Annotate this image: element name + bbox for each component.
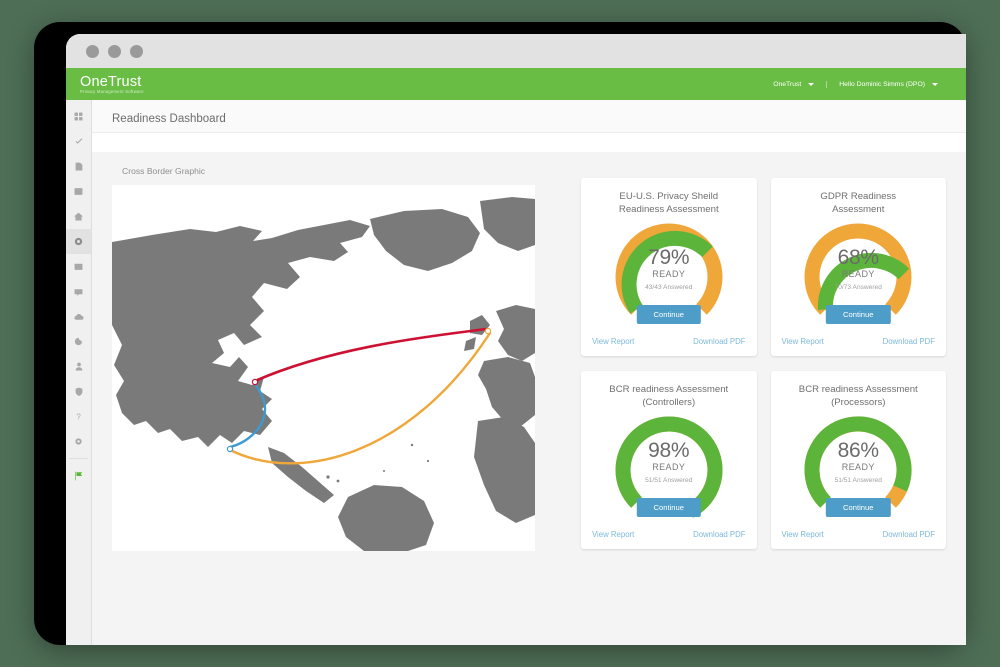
sidebar-item-assessments[interactable]	[66, 279, 91, 304]
cross-border-title: Cross Border Graphic	[122, 166, 206, 176]
chevron-down-icon	[932, 82, 938, 86]
sidebar-item-inventory[interactable]	[66, 254, 91, 279]
card-title-line2: (Processors)	[831, 396, 886, 408]
window-close-button[interactable]	[130, 44, 143, 58]
card-title-line1: GDPR Readiness	[820, 191, 897, 202]
continue-button[interactable]: Continue	[826, 498, 891, 517]
shield-icon	[75, 387, 82, 396]
person-icon	[75, 362, 82, 371]
card-title-line1: BCR readiness Assessment	[798, 384, 918, 395]
gauge-icon	[74, 237, 83, 246]
user-menu-label: Hello Dominic Simms (DPO)	[839, 80, 925, 88]
flag-icon	[74, 471, 82, 480]
question-icon: ?	[76, 412, 81, 421]
main-content: Readiness Dashboard Cross Border Graphic	[92, 100, 966, 645]
card-title-line1: EU-U.S. Privacy Sheild	[619, 191, 719, 202]
window-minimize-button[interactable]	[86, 44, 99, 58]
sidebar-item-incidents[interactable]	[66, 379, 91, 404]
continue-button[interactable]: Continue	[636, 498, 701, 517]
sidebar-item-vendors[interactable]	[66, 304, 91, 329]
card-title: GDPR Readiness Assessment	[782, 191, 936, 217]
card-eu-us-privacy-shield[interactable]: EU-U.S. Privacy Sheild Readiness Assessm…	[581, 178, 757, 356]
card-title-line1: BCR readiness Assessment	[609, 384, 729, 395]
document-icon	[75, 162, 82, 171]
card-title: BCR readiness Assessment (Processors)	[782, 384, 936, 410]
brand-name: OneTrust	[80, 73, 142, 90]
card-bcr-processors[interactable]: BCR readiness Assessment (Processors) 86…	[770, 371, 946, 549]
sidebar-item-home[interactable]	[66, 204, 91, 229]
readiness-cards: EU-U.S. Privacy Sheild Readiness Assessm…	[581, 166, 946, 549]
gear-icon	[75, 438, 82, 445]
view-report-link[interactable]: View Report	[782, 337, 824, 346]
window-titlebar	[66, 34, 966, 68]
node-dublin	[484, 327, 492, 335]
sidebar-item-whats-new[interactable]	[66, 463, 91, 488]
continue-button[interactable]: Continue	[826, 305, 891, 324]
card-links: View Report Download PDF	[782, 530, 936, 539]
sidebar-item-cookies[interactable]	[66, 329, 91, 354]
app-logo[interactable]: OneTrust Privacy Management Software	[80, 74, 144, 95]
sidebar-item-dashboard[interactable]	[66, 104, 91, 129]
cookie-icon	[74, 337, 83, 346]
download-pdf-link[interactable]: Download PDF	[883, 530, 935, 539]
sidebar-item-settings[interactable]	[66, 429, 91, 454]
app-body: ? Readiness Dashboard Cross Border Graph…	[66, 100, 966, 645]
check-icon	[75, 138, 82, 144]
browser-window: OneTrust Privacy Management Software One…	[66, 34, 966, 645]
world-map[interactable]	[112, 185, 535, 551]
card-title: EU-U.S. Privacy Sheild Readiness Assessm…	[592, 191, 746, 217]
cross-border-panel: Cross Border Graphic	[112, 166, 567, 551]
dashboard-content: Cross Border Graphic EU-U.S. Privacy She…	[92, 152, 966, 645]
book-icon	[74, 188, 83, 195]
card-bcr-controllers[interactable]: BCR readiness Assessment (Controllers) 9…	[581, 371, 757, 549]
header-menus: OneTrust Hello Dominic Simms (DPO)	[761, 80, 950, 88]
page-title: Readiness Dashboard	[112, 113, 226, 125]
grid-icon	[74, 112, 83, 121]
sidebar-item-reports[interactable]	[66, 179, 91, 204]
card-title: BCR readiness Assessment (Controllers)	[592, 384, 746, 410]
svg-text:?: ?	[76, 412, 81, 421]
sidebar-item-help[interactable]: ?	[66, 404, 91, 429]
window-maximize-button[interactable]	[108, 44, 121, 58]
home-icon	[74, 212, 83, 221]
card-links: View Report Download PDF	[782, 337, 936, 346]
org-menu-label: OneTrust	[773, 80, 802, 88]
chevron-down-icon	[808, 82, 815, 86]
card-links: View Report Download PDF	[592, 337, 746, 346]
card-title-line2: (Controllers)	[642, 396, 696, 408]
user-menu[interactable]: Hello Dominic Simms (DPO)	[826, 80, 950, 88]
sidebar-item-users[interactable]	[66, 354, 91, 379]
brand-tagline: Privacy Management Software	[80, 89, 144, 95]
card-title-line2: Readiness Assessment	[618, 203, 719, 215]
cloud-icon	[73, 313, 83, 320]
page-header: Readiness Dashboard	[92, 100, 966, 133]
app-header: OneTrust Privacy Management Software One…	[66, 68, 966, 100]
download-pdf-link[interactable]: Download PDF	[693, 337, 745, 346]
continue-button[interactable]: Continue	[636, 305, 701, 324]
content-spacer	[92, 133, 966, 152]
view-report-link[interactable]: View Report	[592, 530, 634, 539]
view-report-link[interactable]: View Report	[592, 337, 634, 346]
card-links: View Report Download PDF	[592, 530, 746, 539]
node-atlanta	[226, 445, 234, 453]
org-menu[interactable]: OneTrust	[761, 81, 826, 88]
sidebar-item-tasks[interactable]	[66, 129, 91, 154]
download-pdf-link[interactable]: Download PDF	[883, 337, 935, 346]
card-title-line2: Assessment	[832, 203, 885, 215]
sidebar-item-documents[interactable]	[66, 154, 91, 179]
card-gdpr-readiness[interactable]: GDPR Readiness Assessment 68% READY 70/7…	[770, 178, 946, 356]
clipboard-icon	[74, 288, 83, 296]
sidebar-nav: ?	[66, 100, 92, 645]
sidebar-divider	[69, 458, 88, 459]
node-new-york	[251, 378, 259, 386]
sidebar-item-readiness[interactable]	[66, 229, 91, 254]
world-map-svg	[112, 185, 535, 551]
device-frame: OneTrust Privacy Management Software One…	[34, 22, 966, 645]
download-pdf-link[interactable]: Download PDF	[693, 530, 745, 539]
archive-icon	[74, 263, 83, 270]
view-report-link[interactable]: View Report	[782, 530, 824, 539]
